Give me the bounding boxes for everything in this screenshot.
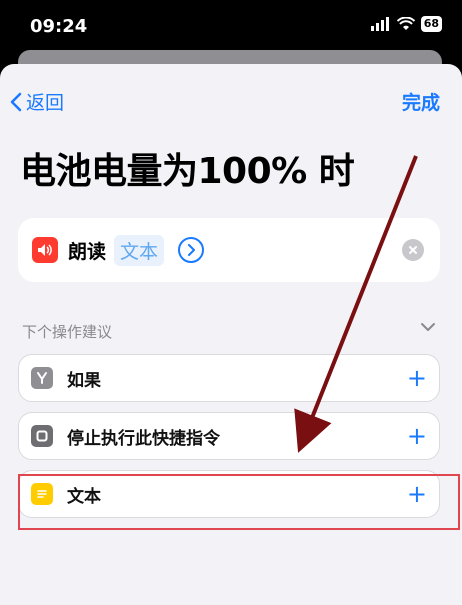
speaker-icon bbox=[32, 237, 58, 263]
stop-icon bbox=[31, 425, 53, 447]
speak-action-card[interactable]: 朗读 文本 bbox=[18, 218, 440, 282]
action-label: 朗读 bbox=[68, 240, 107, 263]
status-bar: 09:24 68 bbox=[0, 0, 462, 54]
text-parameter-chip[interactable]: 文本 bbox=[114, 234, 165, 266]
add-icon[interactable]: + bbox=[407, 423, 427, 449]
chevron-down-icon[interactable] bbox=[420, 321, 436, 333]
wifi-icon bbox=[396, 17, 415, 30]
back-button[interactable]: 返回 bbox=[10, 88, 64, 115]
cellular-signal-icon bbox=[370, 17, 389, 31]
suggestions-header: 下个操作建议 bbox=[22, 323, 113, 341]
suggestion-label: 停止执行此快捷指令 bbox=[67, 428, 220, 449]
clear-icon[interactable] bbox=[402, 239, 424, 261]
done-button[interactable]: 完成 bbox=[402, 88, 440, 115]
battery-indicator: 68 bbox=[420, 16, 442, 32]
if-icon bbox=[31, 367, 53, 389]
suggestion-row-stop[interactable]: 停止执行此快捷指令 + bbox=[18, 412, 440, 460]
suggestion-row-if[interactable]: 如果 + bbox=[18, 354, 440, 402]
highlight-box bbox=[18, 474, 460, 530]
page-title: 电池电量为100% 时 bbox=[20, 151, 355, 192]
expand-arrow-icon[interactable] bbox=[178, 237, 205, 263]
status-indicators: 68 bbox=[370, 16, 442, 32]
chevron-left-icon bbox=[10, 92, 22, 111]
suggestion-label: 如果 bbox=[67, 370, 101, 391]
back-label: 返回 bbox=[26, 92, 65, 114]
add-icon[interactable]: + bbox=[407, 365, 427, 391]
status-time: 09:24 bbox=[30, 16, 88, 37]
